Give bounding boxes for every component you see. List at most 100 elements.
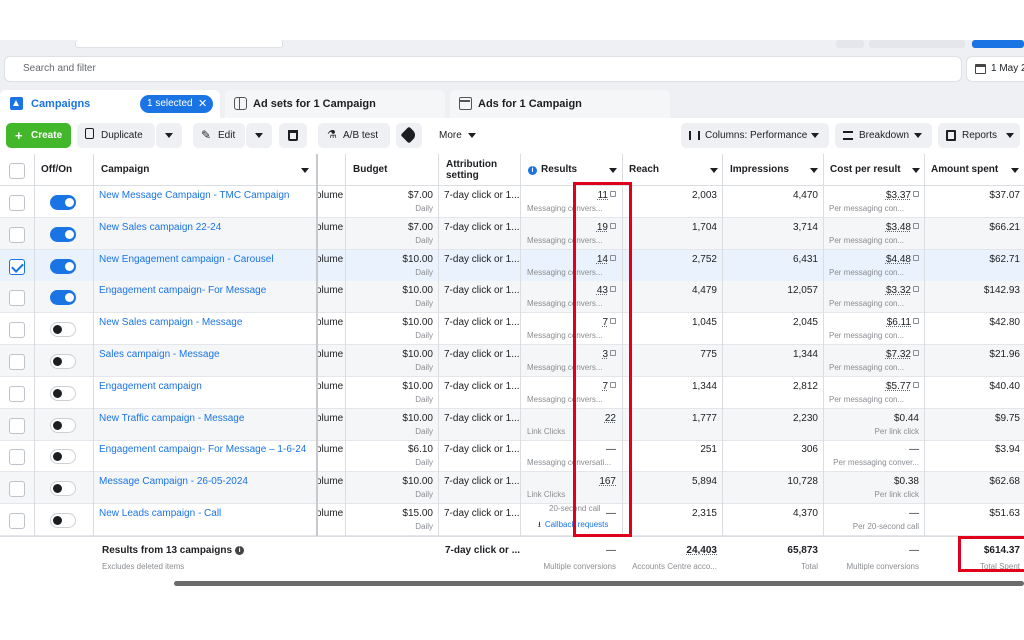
chevron-down-icon[interactable] bbox=[1011, 168, 1019, 173]
campaign-name-link[interactable]: New Leads campaign - Call bbox=[99, 508, 221, 519]
table-row[interactable]: Engagement campaign- For Message olume $10… bbox=[0, 281, 1024, 314]
duplicate-dropdown[interactable] bbox=[156, 123, 182, 148]
budget-cell[interactable]: $10.00 bbox=[350, 381, 433, 392]
row-checkbox[interactable] bbox=[9, 354, 25, 370]
date-range-picker[interactable]: 1 May 2 bbox=[966, 56, 1024, 82]
horizontal-scrollbar[interactable] bbox=[174, 581, 1024, 586]
col-campaign[interactable]: Campaign bbox=[101, 164, 149, 175]
campaign-toggle[interactable] bbox=[50, 417, 76, 433]
budget-cell[interactable]: $7.00 bbox=[350, 222, 433, 233]
row-checkbox[interactable] bbox=[9, 258, 25, 275]
table-row[interactable]: New Sales campaign 22-24 olume $7.00 Daily 7… bbox=[0, 217, 1024, 250]
campaign-toggle[interactable] bbox=[50, 226, 76, 242]
budget-cell[interactable]: $10.00 bbox=[350, 254, 433, 265]
campaign-name-link[interactable]: Sales campaign - Message bbox=[99, 349, 220, 360]
campaign-toggle[interactable] bbox=[50, 354, 76, 369]
search-input[interactable]: Search and filter bbox=[4, 56, 962, 82]
campaign-name-link[interactable]: Engagement campaign- For Message bbox=[99, 285, 266, 296]
table-row[interactable]: Engagement campaign olume $10.00 Daily 7-day… bbox=[0, 377, 1024, 409]
campaign-toggle[interactable] bbox=[50, 513, 76, 528]
breakdown-button[interactable]: Breakdown bbox=[835, 123, 932, 148]
col-attribution[interactable]: Attribution setting bbox=[446, 159, 516, 181]
col-cost[interactable]: Cost per result bbox=[830, 164, 901, 175]
campaign-name-link[interactable]: Message Campaign - 26-05-2024 bbox=[99, 476, 248, 487]
tab-adsets[interactable]: Ad sets for 1 Campaign bbox=[225, 90, 445, 118]
toolbar: + Create Duplicate ✎ Edit ⚗ A/B test Mor… bbox=[0, 118, 1024, 154]
row-checkbox[interactable] bbox=[9, 226, 25, 243]
campaign-toggle[interactable] bbox=[50, 481, 76, 497]
chevron-down-icon[interactable] bbox=[609, 168, 617, 173]
campaign-toggle[interactable] bbox=[50, 290, 76, 306]
more-button[interactable]: More bbox=[428, 123, 484, 148]
table-row[interactable]: New Sales campaign - Message olume $10.00 D… bbox=[0, 313, 1024, 346]
budget-cell[interactable]: $10.00 bbox=[350, 285, 433, 296]
campaign-toggle[interactable] bbox=[50, 258, 76, 274]
totals-reach-sub: Accounts Centre acco... bbox=[632, 562, 717, 571]
row-checkbox[interactable] bbox=[9, 417, 25, 434]
table-row[interactable]: New Leads campaign - Call olume $15.00 Dail… bbox=[0, 504, 1024, 536]
chevron-down-icon[interactable] bbox=[301, 168, 309, 173]
budget-cell[interactable]: $15.00 bbox=[350, 508, 433, 519]
chevron-down-icon[interactable] bbox=[912, 168, 920, 173]
budget-cell[interactable]: $7.00 bbox=[350, 190, 433, 201]
reports-button[interactable]: Reports bbox=[938, 123, 1020, 148]
create-button[interactable]: + Create bbox=[6, 123, 71, 148]
chevron-down-icon bbox=[165, 133, 173, 138]
campaign-toggle[interactable] bbox=[50, 322, 76, 338]
chevron-down-icon[interactable] bbox=[710, 168, 718, 173]
row-checkbox[interactable] bbox=[9, 449, 25, 466]
campaign-name-link[interactable]: New Traffic campaign - Message bbox=[99, 413, 244, 424]
table-row[interactable]: New Engagement campaign - Carousel olume $… bbox=[0, 249, 1024, 282]
campaign-toggle[interactable] bbox=[50, 449, 76, 465]
table-row[interactable]: New Traffic campaign - Message olume $10.0… bbox=[0, 408, 1024, 441]
table-row[interactable]: Message Campaign - 26-05-2024 olume $10.00… bbox=[0, 472, 1024, 505]
campaign-name-link[interactable]: Engagement campaign bbox=[99, 381, 202, 392]
columns-button[interactable]: Columns: Performance bbox=[681, 123, 829, 148]
header-button[interactable] bbox=[869, 40, 965, 48]
delete-button[interactable] bbox=[279, 123, 307, 148]
budget-cell[interactable]: $10.00 bbox=[350, 476, 433, 487]
row-checkbox[interactable] bbox=[9, 481, 25, 498]
col-budget[interactable]: Budget bbox=[353, 164, 387, 175]
row-checkbox[interactable] bbox=[9, 195, 25, 211]
selected-badge[interactable]: 1 selected ✕ bbox=[140, 95, 213, 113]
header-button[interactable] bbox=[836, 40, 864, 48]
edit-dropdown[interactable] bbox=[246, 123, 272, 148]
col-results[interactable]: i Results bbox=[528, 164, 577, 175]
ab-test-button[interactable]: ⚗ A/B test bbox=[318, 123, 390, 148]
campaign-name-link[interactable]: New Message Campaign - TMC Campaign bbox=[99, 190, 289, 201]
tag-button[interactable] bbox=[396, 123, 422, 148]
row-checkbox[interactable] bbox=[9, 385, 25, 402]
tab-ads[interactable]: Ads for 1 Campaign bbox=[450, 90, 670, 118]
row-checkbox[interactable] bbox=[9, 322, 25, 339]
account-selector[interactable] bbox=[75, 40, 283, 48]
tab-campaigns[interactable]: Campaigns 1 selected ✕ bbox=[0, 90, 220, 118]
campaign-name-link[interactable]: New Engagement campaign - Carousel bbox=[99, 254, 274, 265]
campaign-name-link[interactable]: New Sales campaign 22-24 bbox=[99, 222, 221, 233]
table-row[interactable]: Sales campaign - Message olume $10.00 Daily… bbox=[0, 345, 1024, 377]
publish-button[interactable] bbox=[972, 40, 1024, 48]
row-checkbox[interactable] bbox=[9, 290, 25, 307]
budget-cell[interactable]: $10.00 bbox=[350, 413, 433, 424]
campaign-toggle[interactable] bbox=[50, 385, 76, 401]
col-impressions[interactable]: Impressions bbox=[730, 164, 789, 175]
duplicate-button[interactable]: Duplicate bbox=[77, 123, 155, 148]
budget-cell[interactable]: $10.00 bbox=[350, 317, 433, 328]
budget-cell[interactable]: $10.00 bbox=[350, 349, 433, 360]
chevron-down-icon[interactable] bbox=[810, 168, 818, 173]
attribution-cell: 7-day click or 1... bbox=[444, 317, 520, 329]
edit-button[interactable]: ✎ Edit bbox=[193, 123, 245, 148]
campaign-toggle[interactable] bbox=[50, 195, 76, 210]
row-checkbox[interactable] bbox=[9, 513, 25, 529]
campaign-name-link[interactable]: New Sales campaign - Message bbox=[99, 317, 242, 328]
select-all-checkbox[interactable] bbox=[9, 163, 25, 179]
col-offon[interactable]: Off/On bbox=[41, 164, 72, 175]
clear-selection-icon[interactable]: ✕ bbox=[198, 97, 207, 110]
cost-cell: $0.38 bbox=[826, 476, 919, 487]
table-row[interactable]: Engagement campaign- For Message – 1-6-2… bbox=[0, 440, 1024, 473]
table-row[interactable]: New Message Campaign - TMC Campaign olume… bbox=[0, 186, 1024, 218]
col-reach[interactable]: Reach bbox=[629, 164, 659, 175]
col-amount[interactable]: Amount spent bbox=[931, 164, 998, 175]
budget-cell[interactable]: $6.10 bbox=[350, 444, 433, 455]
campaign-name-link[interactable]: Engagement campaign- For Message – 1-6-2… bbox=[99, 444, 306, 455]
